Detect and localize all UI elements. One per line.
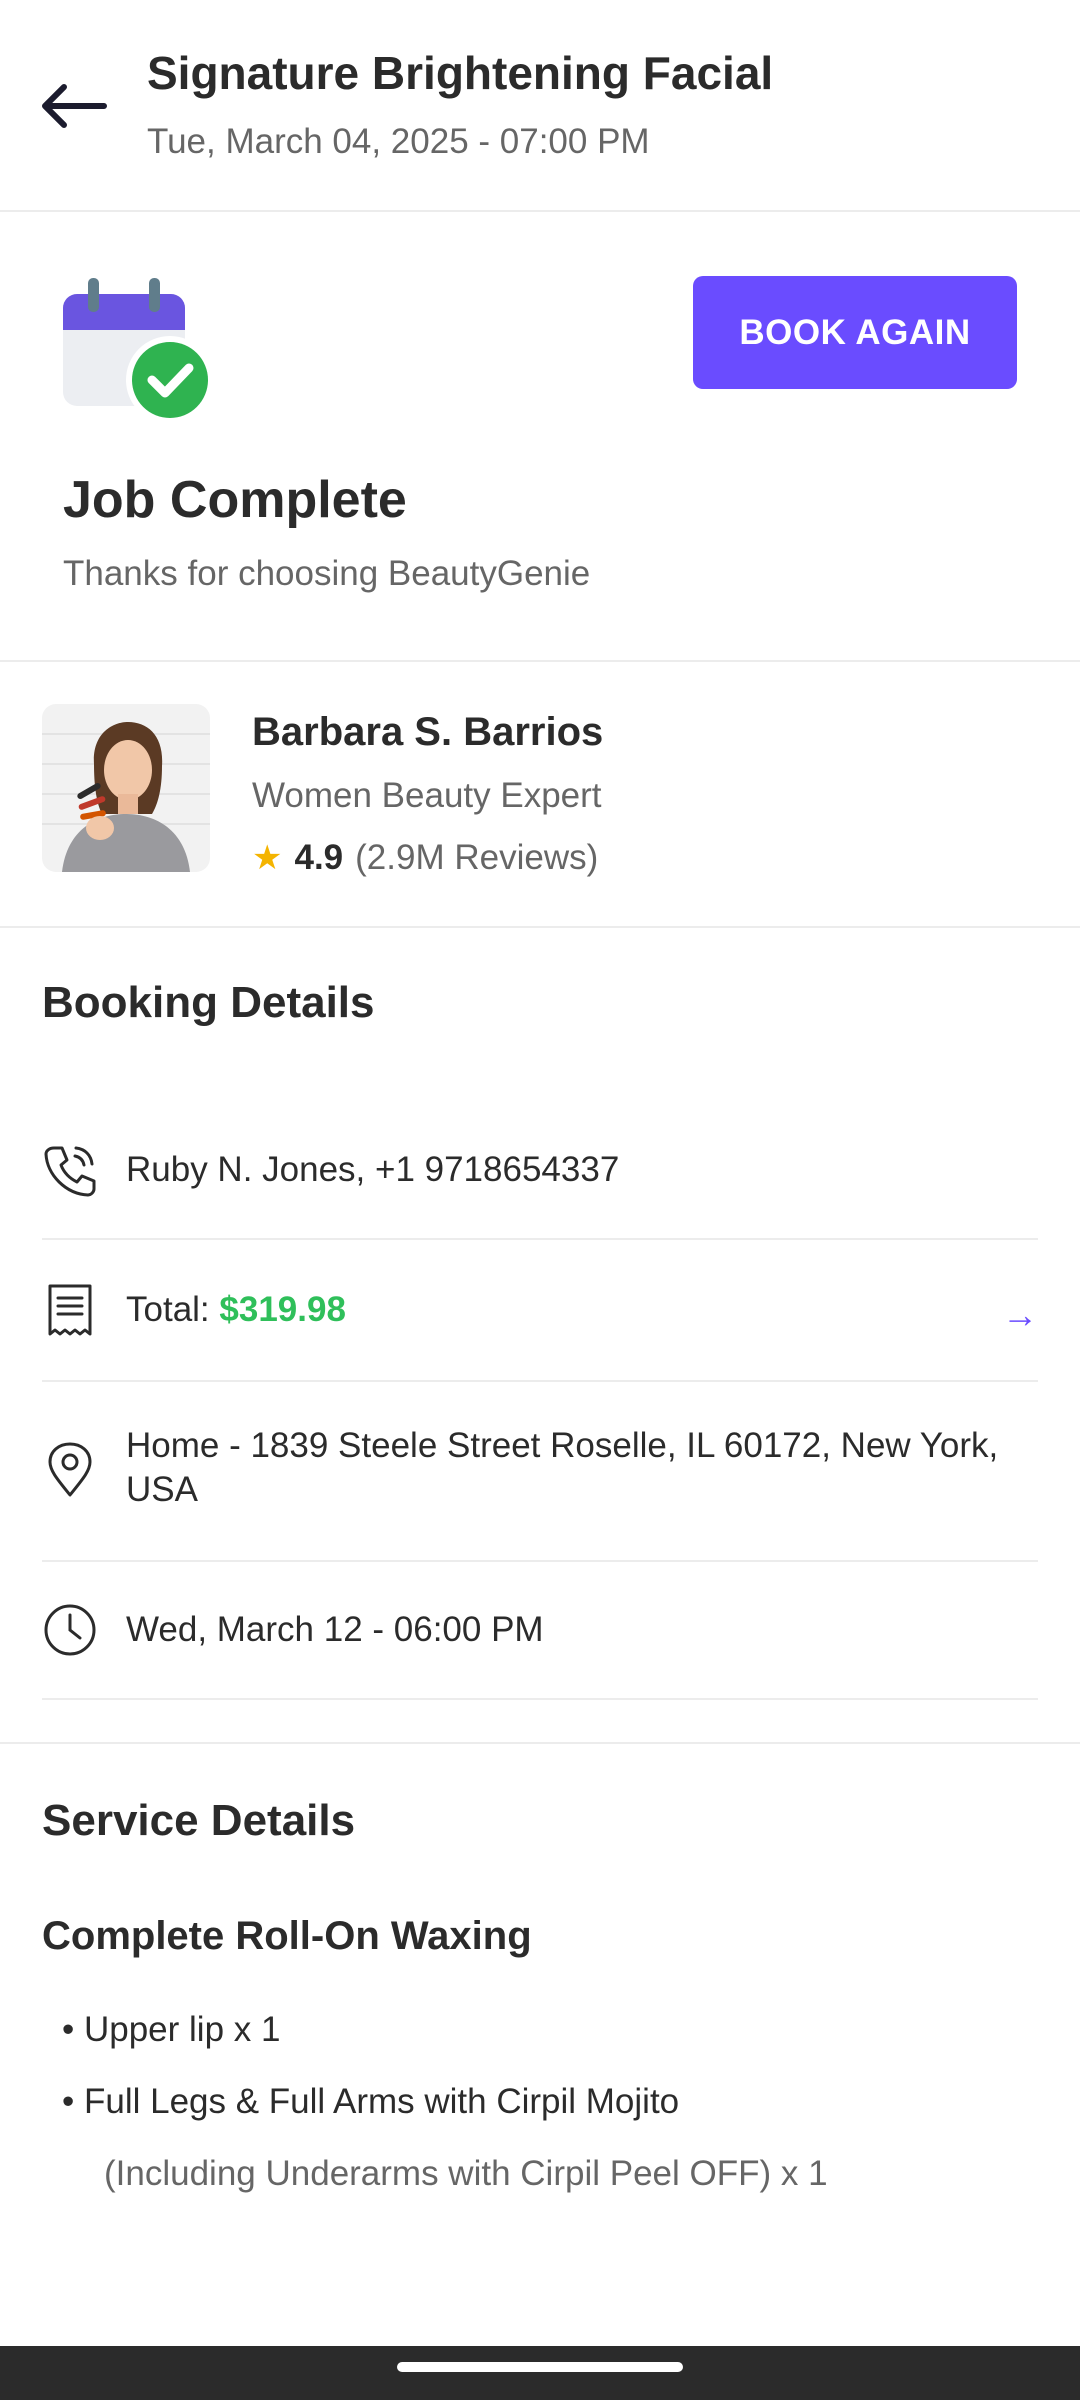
job-status-title: Job Complete — [63, 471, 407, 529]
page-title: Signature Brightening Facial — [147, 47, 774, 99]
booking-details-section: Booking Details Ruby N. Jones, +1 971865… — [0, 928, 1080, 1744]
service-details-title: Service Details — [42, 1796, 356, 1845]
system-navigation-bar — [0, 2346, 1080, 2400]
calendar-check-icon — [60, 274, 215, 424]
schedule-row[interactable]: Wed, March 12 - 06:00 PM — [42, 1560, 1038, 1700]
contact-row[interactable]: Ruby N. Jones, +1 9718654337 — [42, 1120, 1038, 1240]
expert-card[interactable]: Barbara S. Barrios Women Beauty Expert ★… — [0, 662, 1080, 928]
list-item-note: (Including Underarms with Cirpil Peel OF… — [104, 2154, 828, 2193]
booking-details-title: Booking Details — [42, 978, 375, 1027]
receipt-icon — [42, 1282, 98, 1338]
star-icon: ★ — [252, 839, 283, 877]
job-status-card: BOOK AGAIN Job Complete Thanks for choos… — [0, 212, 1080, 662]
location-pin-icon — [42, 1442, 98, 1498]
rating-value: 4.9 — [294, 838, 344, 877]
phone-icon — [42, 1142, 98, 1198]
home-gesture-handle[interactable] — [397, 2362, 683, 2372]
review-count: (2.9M Reviews) — [355, 838, 599, 877]
clock-icon — [42, 1602, 98, 1658]
total-row[interactable]: Total: $319.98 → — [42, 1238, 1038, 1382]
job-status-subtitle: Thanks for choosing BeautyGenie — [63, 554, 591, 593]
app-header: Signature Brightening Facial Tue, March … — [0, 0, 1080, 212]
total-text: Total: $319.98 — [126, 1288, 1026, 1332]
expert-rating: ★ 4.9 (2.9M Reviews) — [252, 838, 598, 878]
avatar — [42, 704, 210, 872]
total-label: Total: — [126, 1290, 220, 1329]
expert-name: Barbara S. Barrios — [252, 710, 604, 754]
expert-role: Women Beauty Expert — [252, 776, 602, 815]
contact-text: Ruby N. Jones, +1 9718654337 — [126, 1150, 620, 1189]
book-again-button[interactable]: BOOK AGAIN — [693, 276, 1017, 389]
arrow-left-icon — [42, 84, 107, 128]
address-row[interactable]: Home - 1839 Steele Street Roselle, IL 60… — [42, 1380, 1038, 1562]
list-item: • Full Legs & Full Arms with Cirpil Moji… — [62, 2082, 680, 2121]
service-package-title: Complete Roll-On Waxing — [42, 1914, 532, 1958]
schedule-text: Wed, March 12 - 06:00 PM — [126, 1610, 544, 1649]
arrow-right-icon[interactable]: → — [1002, 1294, 1038, 1336]
page-subtitle: Tue, March 04, 2025 - 07:00 PM — [147, 122, 650, 161]
back-button[interactable] — [38, 78, 108, 134]
total-amount: $319.98 — [219, 1290, 346, 1329]
address-text: Home - 1839 Steele Street Roselle, IL 60… — [126, 1426, 999, 1509]
list-item: • Upper lip x 1 — [62, 2010, 281, 2049]
service-details-section: Service Details Complete Roll-On Waxing … — [0, 1744, 1080, 2344]
